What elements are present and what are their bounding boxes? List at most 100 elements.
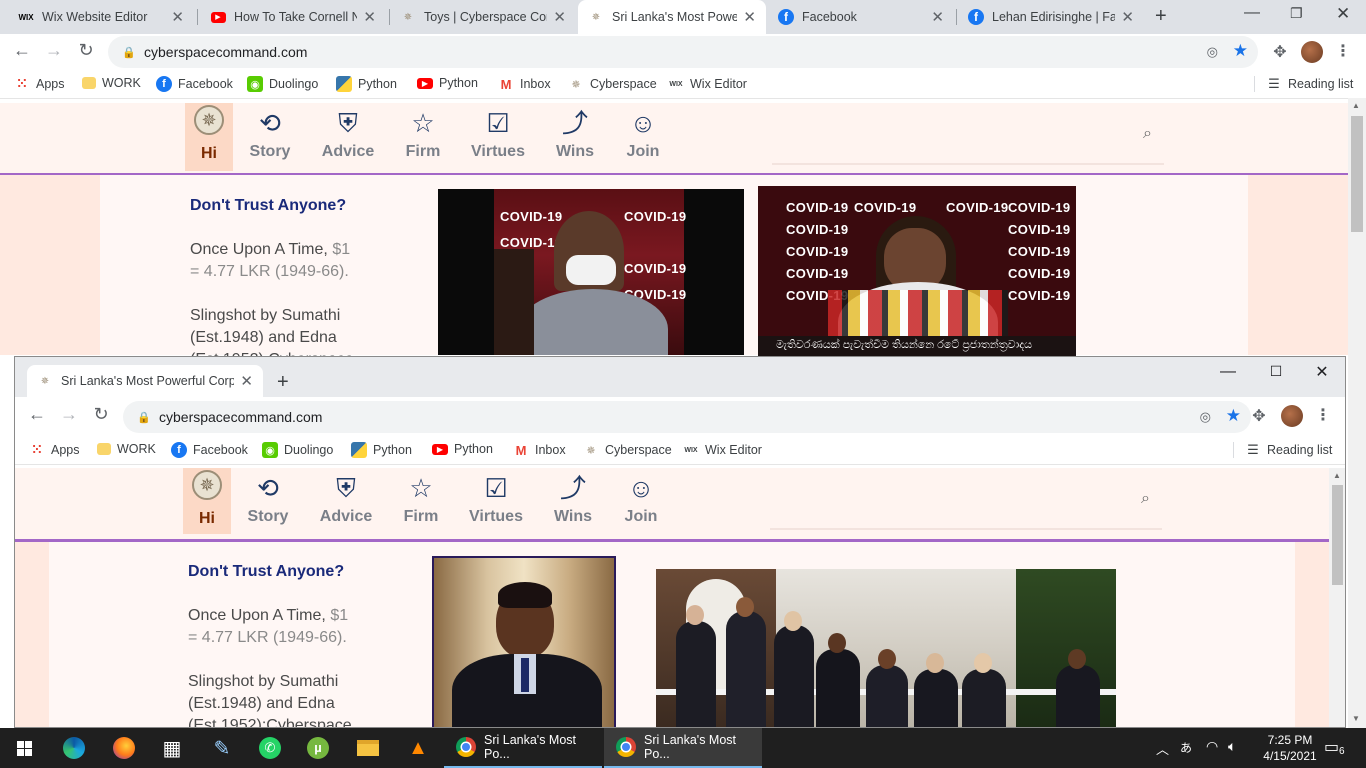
close-icon[interactable]: ✕ <box>1121 8 1134 26</box>
close-icon[interactable]: ✕ <box>931 8 944 26</box>
calculator-icon[interactable]: ▦ <box>148 728 196 768</box>
back-arrow-icon[interactable]: ← <box>25 404 49 425</box>
address-bar[interactable]: 🔒 cyberspacecommand.com ◎ ★ <box>108 36 1258 68</box>
bookmark-cyberspace[interactable]: ✵ Cyberspace <box>568 76 656 92</box>
bookmark-wix-editor[interactable]: WIX Wix Editor <box>668 76 747 92</box>
bookmark-wix-editor[interactable]: WIX Wix Editor <box>683 442 762 458</box>
bookmark-python[interactable]: Python <box>351 442 412 458</box>
forward-arrow-icon[interactable]: → <box>57 404 81 425</box>
address-bar[interactable]: 🔒 cyberspacecommand.com ◎ ★ <box>123 401 1251 433</box>
minimize-icon[interactable]: — <box>1213 363 1243 381</box>
bookmark-duolingo[interactable]: ◉ Duolingo <box>247 76 318 92</box>
reload-icon[interactable]: ↻ <box>89 404 113 425</box>
clock[interactable]: 7:25 PM 4/15/2021 <box>1250 732 1330 764</box>
restore-icon[interactable]: ❐ <box>1290 5 1303 22</box>
notification-center-icon[interactable]: ▭ <box>1324 737 1339 757</box>
close-window-icon[interactable]: ✕ <box>1336 4 1350 24</box>
avatar[interactable] <box>1281 405 1303 427</box>
volume-icon[interactable]: 🔈︎ <box>1228 738 1236 755</box>
nav-join[interactable]: ☺ Join <box>618 472 664 526</box>
close-icon[interactable]: ✕ <box>363 8 376 26</box>
vlc-icon[interactable]: ▲ <box>394 728 442 768</box>
video-thumbnail-masked-speaker[interactable]: COVID-19 COVID-19 COVID-19 COVID-19 COVI… <box>438 189 744 355</box>
nav-hi[interactable]: ✵ Hi <box>185 103 233 171</box>
close-window-icon[interactable]: ✕ <box>1307 362 1337 382</box>
video-thumbnail-press-conference[interactable]: COVID-19 COVID-19 COVID-19 COVID-19 COVI… <box>758 186 1076 356</box>
nav-story[interactable]: ⟲ Story <box>244 472 292 526</box>
front-scrollbar-thumb[interactable] <box>1332 485 1343 585</box>
taskbar-chrome-window-2[interactable]: Sri Lanka's Most Po... <box>604 728 762 768</box>
front-tab-sri-lanka[interactable]: ✵ Sri Lanka's Most Powerful Corpor ✕ <box>27 365 263 397</box>
firefox-icon[interactable] <box>100 728 148 768</box>
new-tab-icon[interactable]: + <box>277 371 289 394</box>
scroll-up-icon[interactable]: ▲ <box>1333 471 1341 480</box>
close-icon[interactable]: ✕ <box>743 8 756 26</box>
bookmark-cyberspace[interactable]: ✵ Cyberspace <box>583 442 671 458</box>
eye-slash-icon[interactable]: ◎ <box>1207 44 1218 60</box>
nav-hi[interactable]: ✵ Hi <box>183 468 231 534</box>
bookmark-apps[interactable]: ⁙ Apps <box>29 442 80 458</box>
bookmark-python-youtube[interactable]: ▶ Python <box>417 76 478 90</box>
bookmark-work[interactable]: WORK <box>97 442 156 456</box>
utorrent-icon[interactable]: µ <box>294 728 342 768</box>
bookmark-star-icon[interactable]: ★ <box>1226 406 1241 426</box>
site-search[interactable]: ⌕ <box>772 115 1164 165</box>
close-icon[interactable]: ✕ <box>240 372 253 390</box>
forward-arrow-icon[interactable]: → <box>42 40 66 61</box>
nav-virtues[interactable]: ☑ Virtues <box>468 107 528 161</box>
extensions-icon[interactable]: ✥ <box>1270 42 1290 62</box>
tab-toys-cyberspace[interactable]: ✵ Toys | Cyberspace Com ✕ <box>390 0 576 34</box>
reading-list[interactable]: ☰ Reading list <box>1245 442 1332 458</box>
bookmark-duolingo[interactable]: ◉ Duolingo <box>262 442 333 458</box>
bookmark-python[interactable]: Python <box>336 76 397 92</box>
chevron-up-icon[interactable]: ︿ <box>1156 739 1169 758</box>
site-search[interactable]: ⌕ <box>770 480 1162 530</box>
nav-join[interactable]: ☺ Join <box>620 107 666 161</box>
new-tab-icon[interactable]: + <box>1155 5 1167 28</box>
tab-facebook[interactable]: f Facebook ✕ <box>768 0 954 34</box>
nav-wins[interactable]: ⤴ Wins <box>552 107 598 161</box>
language-icon[interactable]: あ <box>1180 739 1192 756</box>
bookmark-python-youtube[interactable]: ▶ Python <box>432 442 493 456</box>
extensions-icon[interactable]: ✥ <box>1249 406 1269 426</box>
minimize-icon[interactable]: — <box>1244 4 1260 22</box>
whatsapp-icon[interactable]: ✆ <box>246 728 294 768</box>
edge-icon[interactable] <box>50 728 98 768</box>
nav-wins[interactable]: ⤴ Wins <box>550 472 596 526</box>
group-photo[interactable] <box>656 569 1116 727</box>
tab-wix-editor[interactable]: WIX Wix Website Editor ✕ <box>8 0 194 34</box>
tab-sri-lanka-active[interactable]: ✵ Sri Lanka's Most Powerf ✕ <box>578 0 766 34</box>
bookmark-star-icon[interactable]: ★ <box>1233 41 1248 61</box>
wifi-icon[interactable]: ◠ <box>1206 738 1218 755</box>
nav-advice[interactable]: ⛨ Advice <box>318 107 378 161</box>
nav-story[interactable]: ⟲ Story <box>246 107 294 161</box>
close-icon[interactable]: ✕ <box>171 8 184 26</box>
scroll-up-icon[interactable]: ▲ <box>1352 101 1360 110</box>
file-explorer-icon[interactable] <box>344 728 392 768</box>
tab-cornell-notes[interactable]: ▶ How To Take Cornell Nc ✕ <box>200 0 386 34</box>
back-scrollbar-thumb[interactable] <box>1351 116 1363 232</box>
menu-kebab-icon[interactable]: ⋮ <box>1313 405 1333 425</box>
scroll-down-icon[interactable]: ▼ <box>1352 714 1360 723</box>
bookmark-work[interactable]: WORK <box>82 76 141 90</box>
tab-lehan-facebook[interactable]: f Lehan Edirisinghe | Face ✕ <box>958 0 1144 34</box>
maximize-icon[interactable]: ☐ <box>1261 363 1291 380</box>
paint-icon[interactable]: ✎ <box>198 728 246 768</box>
nav-firm[interactable]: ☆ Firm <box>400 107 446 161</box>
portrait-photo[interactable] <box>432 556 616 727</box>
close-icon[interactable]: ✕ <box>553 8 566 26</box>
bookmark-inbox[interactable]: M Inbox <box>498 76 551 92</box>
menu-kebab-icon[interactable]: ⋮ <box>1333 41 1353 61</box>
bookmark-facebook[interactable]: f Facebook <box>156 76 233 92</box>
bookmark-inbox[interactable]: M Inbox <box>513 442 566 458</box>
nav-firm[interactable]: ☆ Firm <box>398 472 444 526</box>
windows-start-icon[interactable] <box>0 728 48 768</box>
avatar[interactable] <box>1301 41 1323 63</box>
bookmark-facebook[interactable]: f Facebook <box>171 442 248 458</box>
nav-virtues[interactable]: ☑ Virtues <box>466 472 526 526</box>
nav-advice[interactable]: ⛨ Advice <box>316 472 376 526</box>
reading-list[interactable]: ☰ Reading list <box>1266 76 1353 92</box>
reload-icon[interactable]: ↻ <box>74 40 98 61</box>
taskbar-chrome-window-1[interactable]: Sri Lanka's Most Po... <box>444 728 602 768</box>
eye-slash-icon[interactable]: ◎ <box>1200 409 1211 425</box>
